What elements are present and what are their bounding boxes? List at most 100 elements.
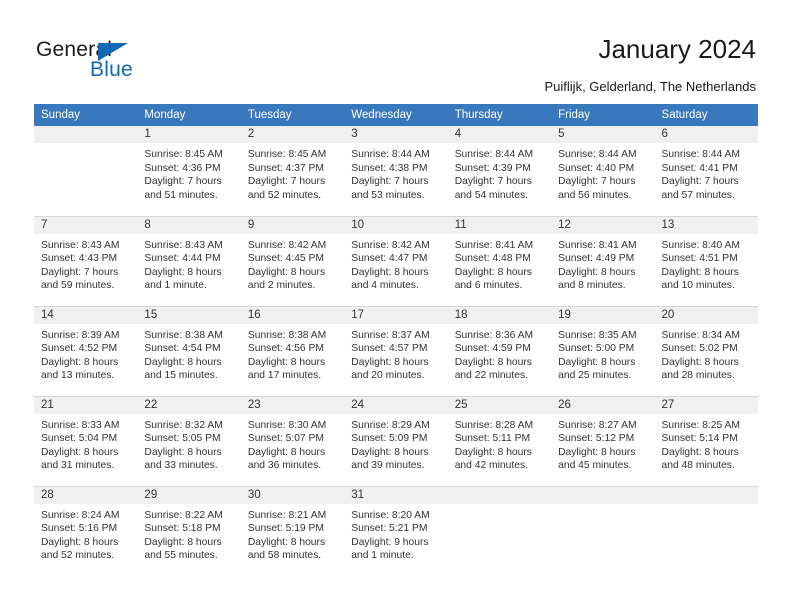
daylight-text-line1: Daylight: 8 hours	[454, 356, 532, 368]
daylight-text-line1: Daylight: 8 hours	[351, 446, 429, 458]
day-cell[interactable]: 4 Sunrise: 8:44 AM Sunset: 4:39 PM Dayli…	[447, 126, 552, 216]
weekday-header-wednesday: Wednesday	[344, 104, 448, 126]
day-cell[interactable]: 29 Sunrise: 8:22 AM Sunset: 5:18 PM Dayl…	[137, 485, 241, 576]
daylight-text-line2: and 15 minutes.	[144, 370, 218, 382]
calendar-table: Sunday Monday Tuesday Wednesday Thursday…	[34, 104, 758, 576]
week-row: 28 Sunrise: 8:24 AM Sunset: 5:16 PM Dayl…	[34, 485, 758, 576]
day-cell[interactable]: 20 Sunrise: 8:34 AM Sunset: 5:02 PM Dayl…	[654, 305, 758, 396]
daylight-text-line2: and 59 minutes.	[41, 280, 115, 292]
day-info: Sunrise: 8:20 AM Sunset: 5:21 PM Dayligh…	[344, 504, 447, 563]
daylight-text-line1: Daylight: 8 hours	[661, 356, 739, 368]
day-info: Sunrise: 8:44 AM Sunset: 4:40 PM Dayligh…	[551, 143, 654, 202]
day-info: Sunrise: 8:35 AM Sunset: 5:00 PM Dayligh…	[551, 324, 654, 383]
day-info: Sunrise: 8:34 AM Sunset: 5:02 PM Dayligh…	[655, 324, 758, 383]
sunset-text: Sunset: 4:54 PM	[144, 343, 221, 355]
week-row: 1 Sunrise: 8:45 AM Sunset: 4:36 PM Dayli…	[34, 126, 758, 216]
daylight-text-line1: Daylight: 7 hours	[247, 176, 326, 188]
day-cell[interactable]: 24 Sunrise: 8:29 AM Sunset: 5:09 PM Dayl…	[344, 395, 448, 486]
day-cell[interactable]: 10 Sunrise: 8:42 AM Sunset: 4:47 PM Dayl…	[344, 215, 448, 306]
sunrise-text: Sunrise: 8:39 AM	[41, 329, 120, 341]
daylight-text-line2: and 25 minutes.	[558, 370, 632, 382]
sunrise-text: Sunrise: 8:45 AM	[144, 149, 223, 160]
day-cell[interactable]: 12 Sunrise: 8:41 AM Sunset: 4:49 PM Dayl…	[551, 215, 655, 306]
day-info: Sunrise: 8:45 AM Sunset: 4:37 PM Dayligh…	[241, 143, 344, 202]
sunrise-text: Sunrise: 8:35 AM	[558, 329, 637, 341]
day-cell[interactable]	[551, 485, 655, 576]
sunrise-text: Sunrise: 8:41 AM	[558, 239, 637, 251]
sunrise-text: Sunrise: 8:28 AM	[454, 419, 534, 431]
day-number: 31	[344, 486, 448, 504]
daylight-text-line2: and 45 minutes.	[558, 460, 632, 472]
day-info: Sunrise: 8:24 AM Sunset: 5:16 PM Dayligh…	[34, 504, 137, 563]
sunrise-text: Sunrise: 8:36 AM	[454, 329, 534, 341]
day-info: Sunrise: 8:42 AM Sunset: 4:45 PM Dayligh…	[241, 234, 344, 293]
day-cell[interactable]: 5 Sunrise: 8:44 AM Sunset: 4:40 PM Dayli…	[551, 126, 655, 216]
calendar-page: General Blue January 2024 Puiflijk, Geld…	[0, 0, 792, 612]
day-cell[interactable]: 1 Sunrise: 8:45 AM Sunset: 4:36 PM Dayli…	[137, 126, 241, 216]
day-cell[interactable]: 6 Sunrise: 8:44 AM Sunset: 4:41 PM Dayli…	[654, 126, 758, 216]
day-number: 13	[654, 216, 758, 234]
day-info: Sunrise: 8:39 AM Sunset: 4:52 PM Dayligh…	[34, 324, 137, 383]
day-info: Sunrise: 8:38 AM Sunset: 4:56 PM Dayligh…	[241, 324, 344, 383]
day-cell[interactable]: 2 Sunrise: 8:45 AM Sunset: 4:37 PM Dayli…	[240, 126, 345, 216]
day-cell[interactable]: 11 Sunrise: 8:41 AM Sunset: 4:48 PM Dayl…	[447, 215, 552, 306]
day-cell[interactable]: 3 Sunrise: 8:44 AM Sunset: 4:38 PM Dayli…	[344, 126, 448, 216]
day-number: 27	[654, 396, 758, 414]
daylight-text-line1: Daylight: 7 hours	[454, 176, 532, 188]
day-number: 18	[447, 306, 552, 324]
day-cell[interactable]: 28 Sunrise: 8:24 AM Sunset: 5:16 PM Dayl…	[34, 485, 138, 576]
sunset-text: Sunset: 4:39 PM	[454, 162, 531, 174]
daylight-text-line2: and 42 minutes.	[454, 460, 528, 472]
day-info: Sunrise: 8:27 AM Sunset: 5:12 PM Dayligh…	[551, 414, 654, 473]
daylight-text-line2: and 2 minutes.	[247, 280, 316, 292]
day-cell[interactable]: 9 Sunrise: 8:42 AM Sunset: 4:45 PM Dayli…	[240, 215, 345, 306]
sunset-text: Sunset: 4:40 PM	[558, 162, 635, 174]
daylight-text-line1: Daylight: 8 hours	[247, 536, 326, 548]
day-cell[interactable]: 30 Sunrise: 8:21 AM Sunset: 5:19 PM Dayl…	[240, 485, 345, 576]
sunrise-text: Sunrise: 8:42 AM	[351, 239, 430, 251]
day-cell[interactable]: 18 Sunrise: 8:36 AM Sunset: 4:59 PM Dayl…	[447, 305, 552, 396]
day-cell[interactable]: 15 Sunrise: 8:38 AM Sunset: 4:54 PM Dayl…	[137, 305, 241, 396]
sunrise-text: Sunrise: 8:24 AM	[41, 509, 120, 521]
daylight-text-line2: and 20 minutes.	[351, 370, 425, 382]
daylight-text-line2: and 58 minutes.	[247, 550, 322, 562]
daylight-text-line2: and 36 minutes.	[247, 460, 322, 472]
day-cell[interactable]	[447, 485, 552, 576]
day-cell[interactable]: 31 Sunrise: 8:20 AM Sunset: 5:21 PM Dayl…	[344, 485, 448, 576]
day-cell[interactable]: 14 Sunrise: 8:39 AM Sunset: 4:52 PM Dayl…	[34, 305, 138, 396]
day-info: Sunrise: 8:29 AM Sunset: 5:09 PM Dayligh…	[344, 414, 447, 473]
daylight-text-line1: Daylight: 8 hours	[247, 266, 326, 278]
day-number: 5	[551, 126, 655, 143]
daylight-text-line2: and 22 minutes.	[454, 370, 528, 382]
day-number: 1	[137, 126, 241, 143]
day-cell[interactable]: 27 Sunrise: 8:25 AM Sunset: 5:14 PM Dayl…	[654, 395, 758, 486]
day-info: Sunrise: 8:43 AM Sunset: 4:44 PM Dayligh…	[137, 234, 240, 293]
day-cell[interactable]: 16 Sunrise: 8:38 AM Sunset: 4:56 PM Dayl…	[240, 305, 345, 396]
daylight-text-line2: and 39 minutes.	[351, 460, 425, 472]
weekday-header-monday: Monday	[137, 104, 241, 126]
day-cell[interactable]: 22 Sunrise: 8:32 AM Sunset: 5:05 PM Dayl…	[137, 395, 241, 486]
day-cell[interactable]: 19 Sunrise: 8:35 AM Sunset: 5:00 PM Dayl…	[551, 305, 655, 396]
sunset-text: Sunset: 5:02 PM	[661, 343, 738, 355]
sunset-text: Sunset: 5:09 PM	[351, 433, 428, 445]
sunrise-text: Sunrise: 8:41 AM	[454, 239, 534, 251]
day-cell[interactable]: 26 Sunrise: 8:27 AM Sunset: 5:12 PM Dayl…	[551, 395, 655, 486]
day-cell[interactable]: 7 Sunrise: 8:43 AM Sunset: 4:43 PM Dayli…	[34, 215, 138, 306]
day-cell[interactable]: 8 Sunrise: 8:43 AM Sunset: 4:44 PM Dayli…	[137, 215, 241, 306]
weekday-header-sunday: Sunday	[34, 104, 138, 126]
day-cell[interactable]: 25 Sunrise: 8:28 AM Sunset: 5:11 PM Dayl…	[447, 395, 552, 486]
page-header: General Blue January 2024 Puiflijk, Geld…	[0, 0, 792, 103]
day-cell[interactable]: 21 Sunrise: 8:33 AM Sunset: 5:04 PM Dayl…	[34, 395, 138, 486]
day-cell[interactable]	[34, 126, 138, 216]
day-cell[interactable]: 23 Sunrise: 8:30 AM Sunset: 5:07 PM Dayl…	[240, 395, 345, 486]
sunrise-text: Sunrise: 8:38 AM	[247, 329, 327, 341]
calendar-body: 1 Sunrise: 8:45 AM Sunset: 4:36 PM Dayli…	[34, 126, 758, 576]
day-cell[interactable]	[654, 485, 758, 576]
day-cell[interactable]: 13 Sunrise: 8:40 AM Sunset: 4:51 PM Dayl…	[654, 215, 758, 306]
day-info: Sunrise: 8:28 AM Sunset: 5:11 PM Dayligh…	[448, 414, 551, 473]
week-row: 14 Sunrise: 8:39 AM Sunset: 4:52 PM Dayl…	[34, 305, 758, 396]
sunset-text: Sunset: 5:16 PM	[41, 523, 118, 535]
day-cell[interactable]: 17 Sunrise: 8:37 AM Sunset: 4:57 PM Dayl…	[344, 305, 448, 396]
sunrise-text: Sunrise: 8:44 AM	[454, 149, 534, 160]
day-info: Sunrise: 8:44 AM Sunset: 4:39 PM Dayligh…	[448, 143, 551, 202]
